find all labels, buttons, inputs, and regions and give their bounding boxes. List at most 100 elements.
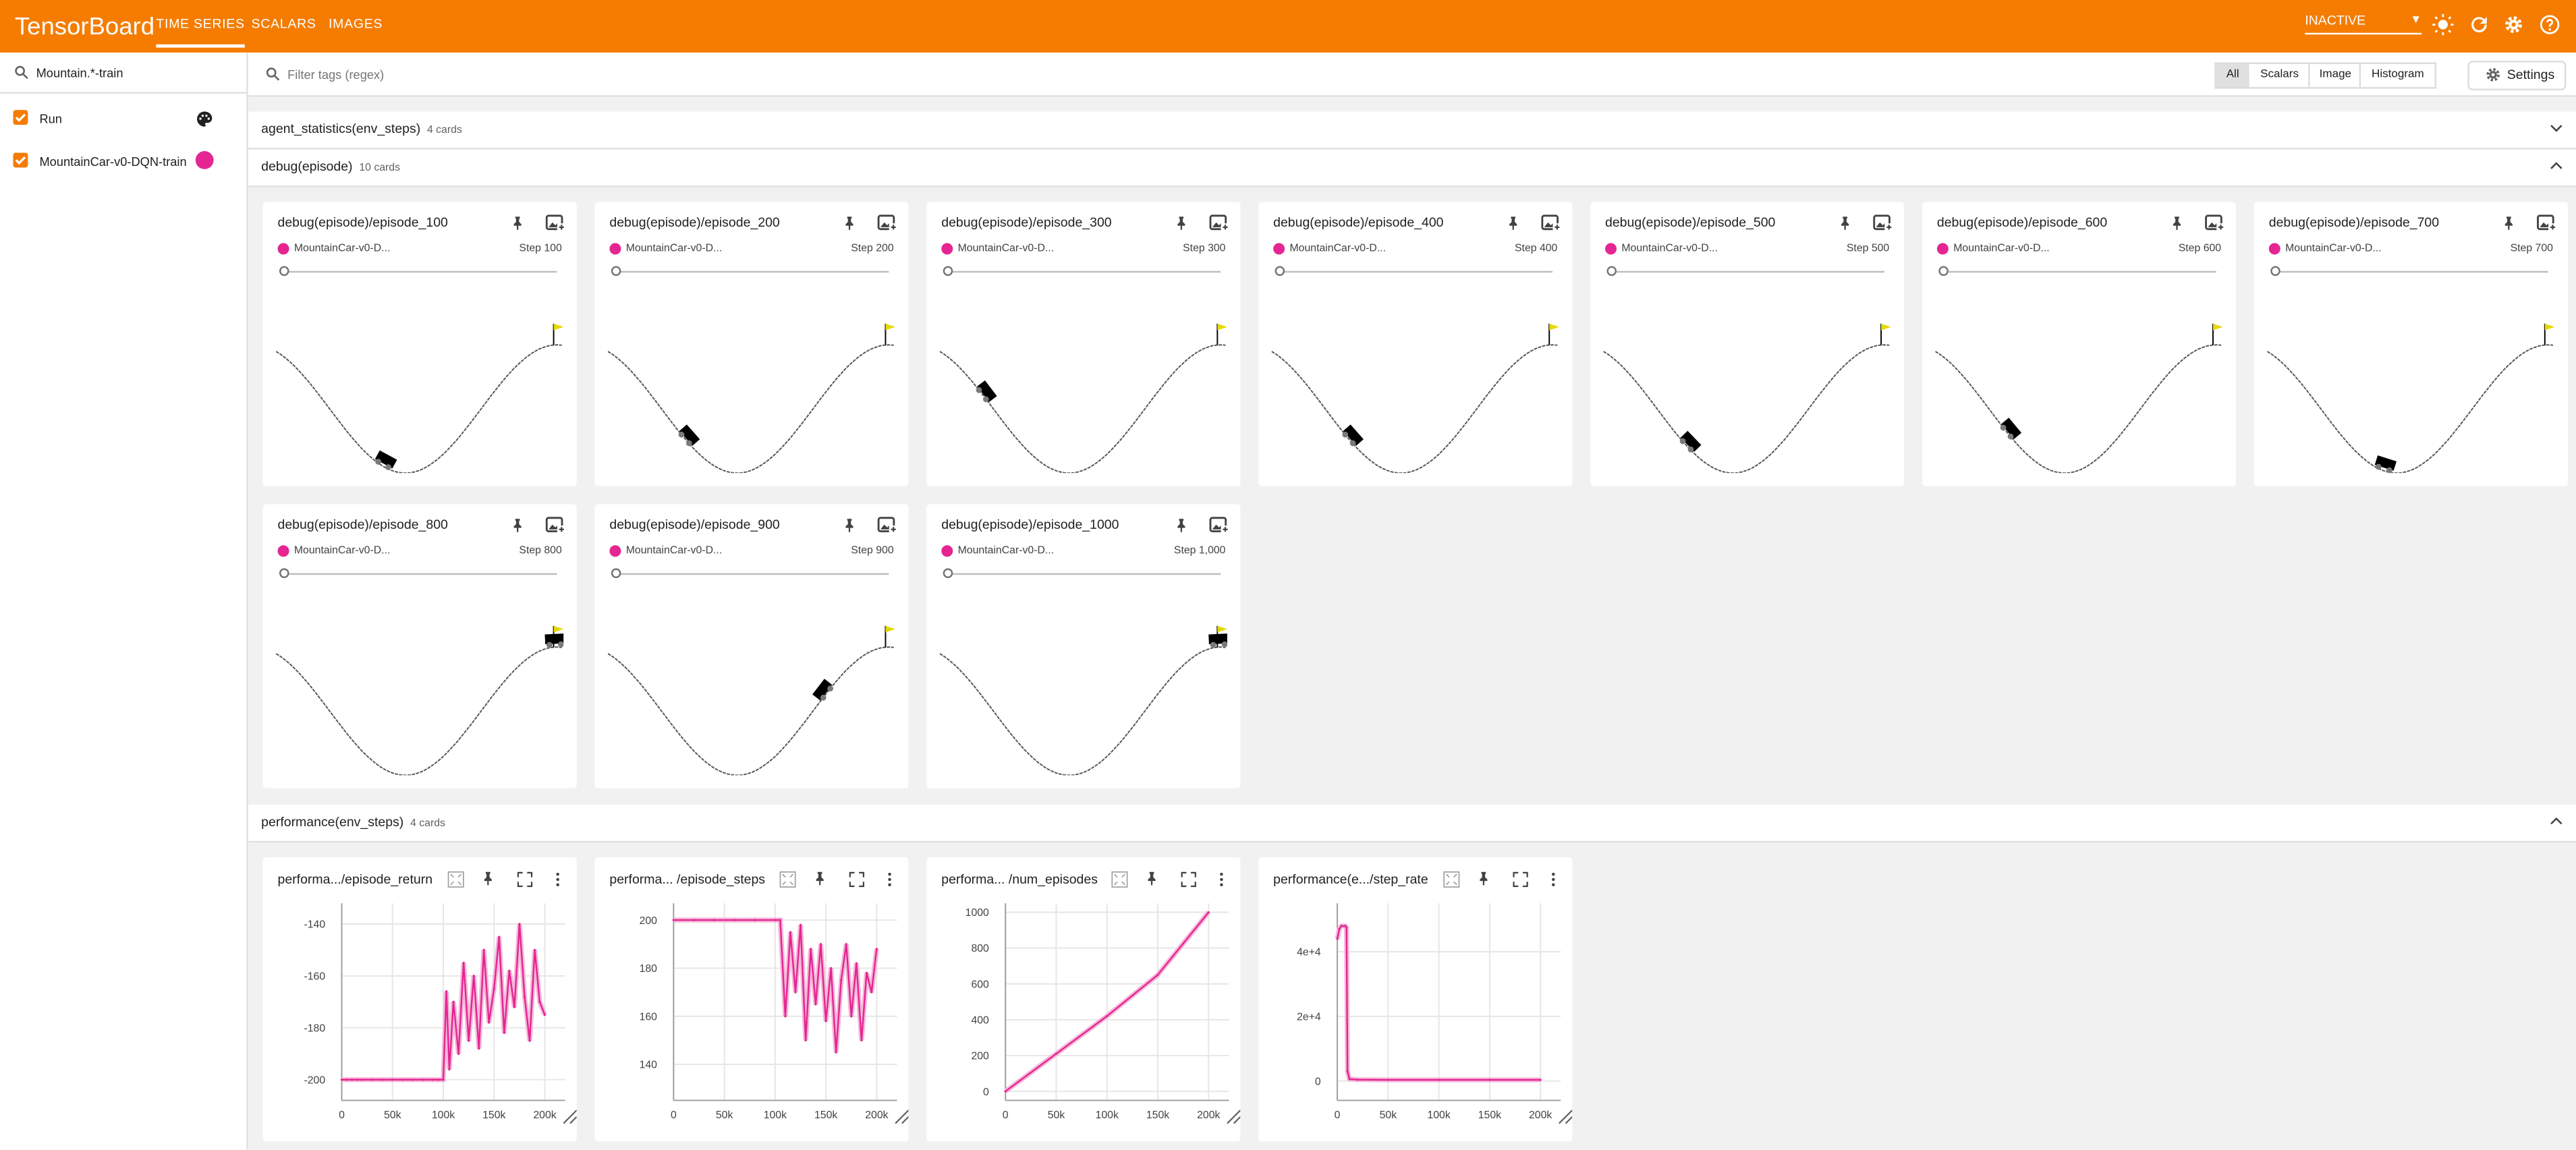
plugin-status-select[interactable]: INACTIVE ▼ <box>2305 13 2422 35</box>
pin-icon[interactable] <box>1837 215 1855 233</box>
pin-icon[interactable] <box>509 215 528 233</box>
resize-handle-icon[interactable] <box>563 1110 577 1124</box>
run-filter-input[interactable]: Mountain.*-train <box>0 53 247 94</box>
fit-domain-icon[interactable] <box>1111 871 1129 889</box>
step-slider-handle[interactable] <box>611 266 621 277</box>
run-row[interactable]: MountainCar-v0-DQN-train <box>0 143 246 179</box>
pin-icon[interactable] <box>1173 517 1192 536</box>
step-slider[interactable] <box>2275 270 2548 273</box>
run-checkbox[interactable] <box>13 152 28 168</box>
chevron-up-icon[interactable] <box>2550 815 2563 828</box>
step-slider[interactable] <box>1279 270 1553 273</box>
step-slider[interactable] <box>284 270 557 273</box>
refresh-icon[interactable] <box>2467 13 2490 36</box>
image-card[interactable]: debug(episode)/episode_200 MountainCar-v0… <box>594 202 909 486</box>
settings-button[interactable]: Settings <box>2467 61 2567 90</box>
step-slider-handle[interactable] <box>279 266 289 277</box>
toggle-all[interactable]: All <box>2214 62 2251 89</box>
section-performance[interactable]: performance(env_steps) 4 cards <box>248 805 2576 843</box>
tab-images[interactable]: IMAGES <box>329 16 383 31</box>
step-slider-handle[interactable] <box>611 568 621 579</box>
image-card[interactable]: debug(episode)/episode_600 MountainCar-v0… <box>1922 202 2237 486</box>
toggle-image[interactable]: Image <box>2308 62 2363 89</box>
scalar-card[interactable]: performance(e.../step_rate 0 50k 100k 150k 20… <box>1258 857 1573 1142</box>
fullscreen-icon[interactable] <box>847 871 866 889</box>
toggle-histogram[interactable]: Histogram <box>2359 62 2437 89</box>
pin-icon[interactable] <box>841 215 860 233</box>
image-adjust-icon[interactable] <box>1208 514 1231 537</box>
run-color-swatch[interactable] <box>195 151 214 169</box>
resize-handle-icon[interactable] <box>1227 1110 1241 1124</box>
pin-icon[interactable] <box>509 517 528 536</box>
image-adjust-icon[interactable] <box>876 212 899 235</box>
image-adjust-icon[interactable] <box>544 212 567 235</box>
step-slider[interactable] <box>1611 270 1884 273</box>
pin-icon[interactable] <box>1173 215 1192 233</box>
select-all-checkbox[interactable] <box>13 110 28 125</box>
step-slider[interactable] <box>1943 270 2216 273</box>
fit-domain-icon[interactable] <box>1443 871 1461 889</box>
scalar-card[interactable]: performa... /num_episodes 0 50k 100k 150k 200… <box>926 857 1241 1142</box>
pin-icon[interactable] <box>1144 871 1162 889</box>
fullscreen-icon[interactable] <box>1511 871 1530 889</box>
pin-icon[interactable] <box>2500 215 2519 233</box>
image-card[interactable]: debug(episode)/episode_1000 MountainCar-v… <box>926 504 1241 788</box>
help-icon[interactable] <box>2538 13 2561 36</box>
step-slider-handle[interactable] <box>279 568 289 579</box>
image-card[interactable]: debug(episode)/episode_500 MountainCar-v0… <box>1590 202 1905 486</box>
step-slider-handle[interactable] <box>1938 266 1949 277</box>
section-agent-statistics[interactable]: agent_statistics(env_steps) 4 cards <box>248 111 2576 150</box>
tab-scalars[interactable]: SCALARS <box>252 16 316 31</box>
fit-domain-icon[interactable] <box>447 871 465 889</box>
fullscreen-icon[interactable] <box>1179 871 1198 889</box>
step-slider[interactable] <box>284 573 557 575</box>
scalar-card[interactable]: performa... /episode_steps 0 50k 100k 150k 20… <box>594 857 909 1142</box>
resize-handle-icon[interactable] <box>895 1110 909 1124</box>
chevron-up-icon[interactable] <box>2550 159 2563 172</box>
pin-icon[interactable] <box>1505 215 1523 233</box>
more-options-icon[interactable] <box>1544 871 1563 889</box>
image-card[interactable]: debug(episode)/episode_400 MountainCar-v0… <box>1258 202 1573 486</box>
toggle-scalars[interactable]: Scalars <box>2247 62 2312 89</box>
tab-time-series[interactable]: TIME SERIES <box>156 16 245 48</box>
image-adjust-icon[interactable] <box>1208 212 1231 235</box>
step-slider-handle[interactable] <box>2270 266 2280 277</box>
pin-icon[interactable] <box>841 517 860 536</box>
pin-icon[interactable] <box>1476 871 1494 889</box>
step-slider-handle[interactable] <box>943 568 953 579</box>
fit-domain-icon[interactable] <box>779 871 797 889</box>
image-card[interactable]: debug(episode)/episode_700 MountainCar-v0… <box>2253 202 2568 486</box>
image-adjust-icon[interactable] <box>1871 212 1894 235</box>
pin-icon[interactable] <box>480 871 498 889</box>
resize-handle-icon[interactable] <box>1559 1110 1573 1124</box>
settings-gear-icon[interactable] <box>2502 13 2525 36</box>
image-card[interactable]: debug(episode)/episode_800 MountainCar-v0… <box>262 504 577 788</box>
image-card[interactable]: debug(episode)/episode_300 MountainCar-v0… <box>926 202 1241 486</box>
image-card[interactable]: debug(episode)/episode_900 MountainCar-v0… <box>594 504 909 788</box>
step-slider-handle[interactable] <box>1275 266 1285 277</box>
more-options-icon[interactable] <box>1212 871 1231 889</box>
more-options-icon[interactable] <box>880 871 899 889</box>
step-slider[interactable] <box>947 270 1221 273</box>
tag-filter-input[interactable]: Filter tags (regex) <box>287 67 384 82</box>
image-adjust-icon[interactable] <box>2535 212 2558 235</box>
pin-icon[interactable] <box>812 871 830 889</box>
image-adjust-icon[interactable] <box>2203 212 2226 235</box>
palette-icon[interactable] <box>196 110 214 128</box>
section-debug-episode[interactable]: debug(episode) 10 cards <box>248 149 2576 188</box>
theme-toggle-icon[interactable] <box>2432 13 2455 36</box>
image-adjust-icon[interactable] <box>876 514 899 537</box>
image-adjust-icon[interactable] <box>1540 212 1563 235</box>
scalar-card[interactable]: performa.../episode_return 0 50k 100k 150k 20… <box>262 857 577 1142</box>
step-slider-handle[interactable] <box>943 266 953 277</box>
more-options-icon[interactable] <box>549 871 567 889</box>
pin-icon[interactable] <box>2168 215 2187 233</box>
step-slider[interactable] <box>947 573 1221 575</box>
step-slider-handle[interactable] <box>1606 266 1617 277</box>
step-slider[interactable] <box>616 573 889 575</box>
fullscreen-icon[interactable] <box>516 871 534 889</box>
image-card[interactable]: debug(episode)/episode_100 MountainCar-v0… <box>262 202 577 486</box>
image-adjust-icon[interactable] <box>544 514 567 537</box>
chevron-down-icon[interactable] <box>2550 121 2563 134</box>
step-slider[interactable] <box>616 270 889 273</box>
